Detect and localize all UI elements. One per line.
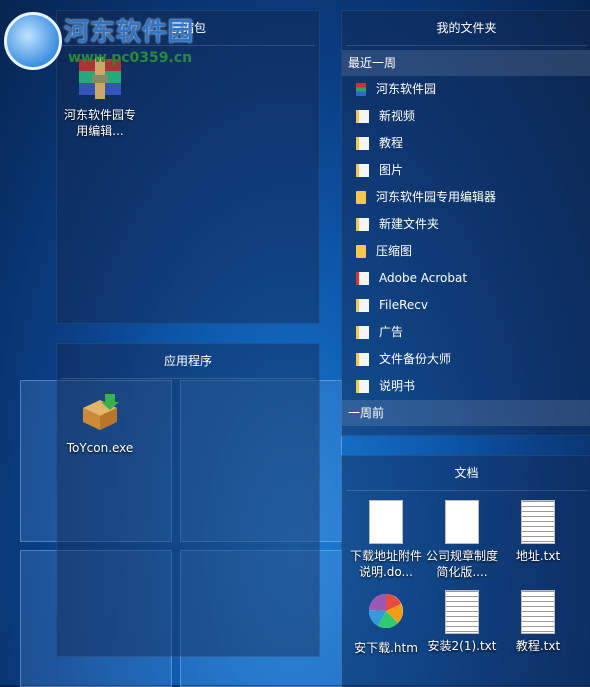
folder-doc-icon xyxy=(356,164,369,177)
doc-file-item[interactable]: 下载地址附件说明.do... xyxy=(348,500,424,580)
doc-file-label: 下载地址附件说明.do... xyxy=(349,549,422,579)
doc-file-label: 安下载.htm xyxy=(354,641,418,655)
installer-box-icon xyxy=(83,394,119,430)
doc-file-icon xyxy=(369,500,403,544)
doc-file-label: 公司规章制度简化版.... xyxy=(425,549,498,579)
fence-docs: 文档 下载地址附件说明.do... 公司规章制度简化版.... 地址.txt 安… xyxy=(341,455,590,687)
folder-item[interactable]: 说明书 xyxy=(342,373,590,400)
folder-doc-icon xyxy=(356,137,369,150)
desktop-icon-winrar-archive[interactable]: 河东软件园专用编辑... xyxy=(60,57,140,139)
group-header-week[interactable]: 一周前 xyxy=(342,400,590,426)
folder-icon xyxy=(356,245,366,258)
folder-doc-icon xyxy=(356,326,369,339)
doc-file-label: 安装2(1).txt xyxy=(427,639,497,653)
doc-file-label: 地址.txt xyxy=(515,549,561,563)
doc-file-label: 教程.txt xyxy=(515,639,561,653)
doc-file-item[interactable]: 地址.txt xyxy=(500,500,576,564)
folder-item-label: 说明书 xyxy=(379,379,416,393)
folder-item[interactable]: FileRecv xyxy=(342,292,590,319)
zip-file-icon xyxy=(356,83,366,96)
desktop-icon-label: ToYcon.exe xyxy=(66,441,134,455)
desktop-icon-toycon[interactable]: ToYcon.exe xyxy=(60,390,140,456)
folder-item-label: 河东软件园专用编辑器 xyxy=(376,190,497,204)
folder-doc-icon xyxy=(356,299,369,312)
folder-doc-icon xyxy=(356,218,369,231)
folder-item-label: 压缩图 xyxy=(376,244,413,258)
doc-file-icon xyxy=(445,500,479,544)
fence-apps: 应用程序 ToYcon.exe xyxy=(56,343,320,657)
folder-doc-icon xyxy=(356,110,369,123)
folder-item-label: 教程 xyxy=(379,136,404,150)
folder-item[interactable]: Adobe Acrobat xyxy=(342,265,590,292)
txt-file-icon xyxy=(445,590,479,634)
fence-docs-title[interactable]: 文档 xyxy=(346,456,587,491)
fence-folders: 我的文件夹 最近一周 河东软件园 新视频 教程 图片 河东软件园专用编辑器 新建… xyxy=(341,10,590,436)
folder-doc-icon xyxy=(356,353,369,366)
doc-file-item[interactable]: 安装2(1).txt xyxy=(424,590,500,654)
folder-item-label: 新建文件夹 xyxy=(379,217,440,231)
doc-file-item[interactable]: 教程.txt xyxy=(500,590,576,654)
folder-item[interactable]: 新建文件夹 xyxy=(342,211,590,238)
folder-doc-icon xyxy=(356,380,369,393)
site-logo-icon xyxy=(4,12,62,70)
folder-item[interactable]: 教程 xyxy=(342,130,590,157)
desktop-icon-label: 河东软件园专用编辑... xyxy=(63,108,136,138)
folder-item[interactable]: 河东软件园 xyxy=(342,76,590,103)
txt-file-icon xyxy=(521,590,555,634)
htm-file-icon xyxy=(368,594,403,628)
folder-item-label: 广告 xyxy=(379,325,404,339)
folder-item[interactable]: 文件备份大师 xyxy=(342,346,590,373)
fence-apps-title[interactable]: 应用程序 xyxy=(61,344,315,379)
doc-file-item[interactable]: 公司规章制度简化版.... xyxy=(424,500,500,580)
pdf-folder-icon xyxy=(356,272,369,285)
folder-item[interactable]: 压缩图 xyxy=(342,238,590,265)
folder-item[interactable]: 图片 xyxy=(342,157,590,184)
group-header-recent[interactable]: 最近一周 xyxy=(342,50,590,76)
folder-item-label: Adobe Acrobat xyxy=(379,271,468,285)
folder-item-label: 图片 xyxy=(379,163,404,177)
watermark-title: 河东软件园 xyxy=(64,17,195,46)
folder-item[interactable]: 河东软件园专用编辑器 xyxy=(342,184,590,211)
folder-item[interactable]: 新视频 xyxy=(342,103,590,130)
watermark-url: www.pc0359.cn xyxy=(68,50,193,66)
folder-icon xyxy=(356,191,366,204)
fence-folders-title[interactable]: 我的文件夹 xyxy=(346,11,587,46)
folder-item-label: 新视频 xyxy=(379,109,416,123)
folder-item-label: 文件备份大师 xyxy=(379,352,452,366)
doc-file-item[interactable]: 安下载.htm xyxy=(348,590,424,656)
folder-item-label: 河东软件园 xyxy=(376,82,437,96)
folder-item-label: FileRecv xyxy=(379,298,428,312)
txt-file-icon xyxy=(521,500,555,544)
folder-item[interactable]: 广告 xyxy=(342,319,590,346)
